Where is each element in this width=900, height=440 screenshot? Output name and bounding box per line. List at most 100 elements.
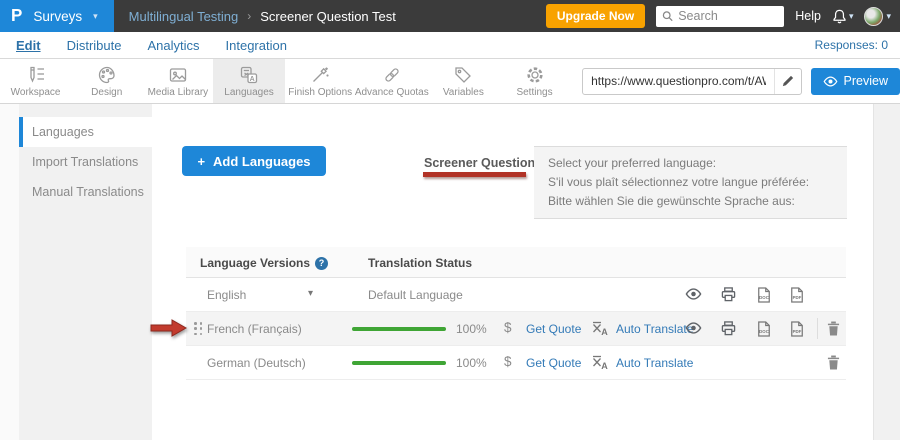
left-gutter [0,104,19,440]
language-versions-header: Language Versions [200,256,310,270]
print-button[interactable] [721,287,736,307]
table-row-french: French (Français) 100% $ Get Quote A Aut… [186,312,846,346]
survey-url-group [582,68,801,95]
tool-advance-quotas[interactable]: Advance Quotas [356,59,428,103]
search-box[interactable] [656,6,784,27]
table-row-german: German (Deutsch) 100% $ Get Quote A Auto… [186,346,846,380]
get-quote-link[interactable]: Get Quote [526,356,581,370]
help-link[interactable]: Help [795,9,821,23]
preview-language-button[interactable] [685,321,702,339]
tool-label: Languages [224,87,274,98]
eye-icon [823,76,838,87]
tool-languages[interactable]: A Languages [213,59,284,103]
edit-url-button[interactable] [774,68,801,95]
download-doc-button[interactable]: DOC [757,287,771,308]
avatar [864,7,883,26]
get-quote-link[interactable]: Get Quote [526,322,581,336]
tool-label: Advance Quotas [355,87,429,98]
eye-icon [685,288,702,300]
translation-progress-bar [352,361,446,365]
trash-icon [827,355,840,370]
download-pdf-button[interactable]: PDF [790,321,804,342]
dollar-icon[interactable]: $ [504,354,512,369]
tool-design[interactable]: Design [71,59,142,103]
breadcrumb-project[interactable]: Multilingual Testing [129,9,239,24]
chevron-down-icon: ▾ [849,11,854,22]
breadcrumb-separator-icon: › [247,9,251,23]
download-pdf-button[interactable]: PDF [790,287,804,308]
translation-progress-bar [352,327,446,331]
top-bar: P Surveys ▾ Multilingual Testing › Scree… [0,0,900,32]
translation-progress-value: 100% [456,356,487,370]
default-language-dropdown[interactable]: ▾ [308,288,313,299]
tab-edit[interactable]: Edit [16,38,41,53]
sidebar-item-languages[interactable]: Languages [19,117,152,147]
gear-icon [525,65,545,85]
auto-translate-link[interactable]: Auto Translate [616,322,693,336]
surveys-menu[interactable]: P Surveys ▾ [0,0,114,32]
tool-label: Settings [516,87,552,98]
svg-text:A: A [601,327,608,336]
screener-question-preview: Select your preferred language: S'il vou… [534,146,847,219]
sidebar-item-manual-translations[interactable]: Manual Translations [19,177,152,207]
tool-finish-options[interactable]: Finish Options [285,59,356,103]
languages-icon: A [239,65,259,85]
help-icon[interactable]: ? [315,257,328,270]
language-name: German (Deutsch) [207,356,306,370]
bell-icon [832,9,847,24]
upgrade-now-button[interactable]: Upgrade Now [546,4,645,28]
red-underline-annotation [423,172,526,177]
account-menu[interactable]: ▾ [864,7,891,26]
tool-label: Finish Options [288,87,352,98]
dollar-icon[interactable]: $ [504,320,512,335]
chevron-down-icon: ▾ [93,11,98,22]
auto-translate-link[interactable]: Auto Translate [616,356,693,370]
printer-icon [721,287,736,302]
content-area: Languages Import Translations Manual Tra… [0,104,900,440]
chain-links-icon [382,65,402,85]
survey-url-input[interactable] [583,74,774,88]
responses-count[interactable]: Responses: 0 [815,38,888,52]
table-header: Language Versions ? Translation Status [186,247,846,278]
tab-integration[interactable]: Integration [226,38,287,53]
red-arrow-annotation [150,318,188,338]
language-versions-table: Language Versions ? Translation Status E… [186,247,846,380]
sidebar-item-import-translations[interactable]: Import Translations [19,147,152,177]
translation-progress-value: 100% [456,322,487,336]
screener-line-french: S'il vous plaît sélectionnez votre langu… [548,173,833,192]
preview-label: Preview [844,74,888,88]
tool-media-library[interactable]: Media Library [142,59,213,103]
download-doc-button[interactable]: DOC [757,321,771,342]
tool-workspace[interactable]: Workspace [0,59,71,103]
search-input[interactable] [678,9,778,23]
eye-icon [685,322,702,334]
tab-distribute[interactable]: Distribute [67,38,122,53]
tool-settings[interactable]: Settings [499,59,570,103]
tool-label: Variables [443,87,484,98]
doc-file-icon: DOC [757,287,771,303]
delete-language-button[interactable] [827,321,840,341]
pdf-file-icon: PDF [790,321,804,337]
search-icon [662,10,673,22]
divider [817,318,818,339]
translate-icon: A [592,355,609,375]
pdf-file-icon: PDF [790,287,804,303]
svg-text:DOC: DOC [759,329,770,334]
printer-icon [721,321,736,336]
drag-handle-icon[interactable] [194,322,203,336]
delete-language-button[interactable] [827,355,840,375]
add-languages-button[interactable]: + Add Languages [182,146,326,176]
product-name: Surveys [33,9,82,24]
doc-file-icon: DOC [757,321,771,337]
preview-button[interactable]: Preview [811,68,900,95]
tag-icon [453,65,473,85]
print-button[interactable] [721,321,736,341]
tab-analytics[interactable]: Analytics [147,38,199,53]
notifications-menu[interactable]: ▾ [832,9,854,24]
trash-icon [827,321,840,336]
preview-language-button[interactable] [685,287,702,305]
languages-panel: + Add Languages Screener Question : Sele… [152,104,873,440]
chevron-down-icon: ▾ [886,11,891,22]
tool-variables[interactable]: Variables [428,59,499,103]
svg-text:PDF: PDF [793,295,802,300]
